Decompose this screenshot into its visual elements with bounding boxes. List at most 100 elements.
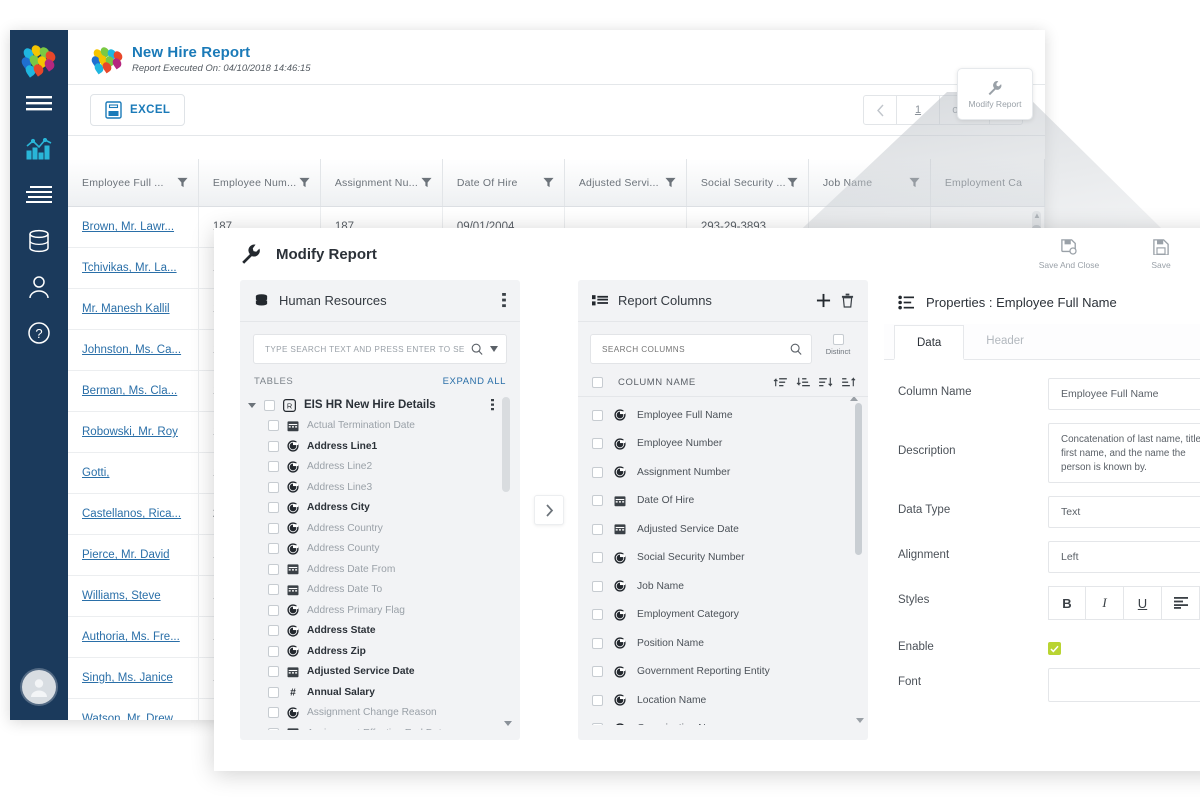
tree-scroll-down-icon[interactable]: [504, 721, 512, 726]
kebab-menu-icon[interactable]: [502, 293, 506, 308]
report-column-checkbox[interactable]: [592, 409, 603, 421]
search-icon[interactable]: [790, 343, 802, 355]
chevron-down-icon[interactable]: [490, 346, 498, 352]
filter-icon[interactable]: [787, 177, 798, 188]
report-column-checkbox[interactable]: [592, 694, 603, 706]
tree-field-checkbox[interactable]: [268, 625, 279, 637]
tree-field-checkbox[interactable]: [268, 584, 279, 596]
report-column-row[interactable]: Location Name: [578, 686, 868, 715]
columns-scroll-down-icon[interactable]: [856, 718, 864, 723]
italic-button[interactable]: I: [1086, 586, 1124, 620]
employee-name-link[interactable]: Johnston, Ms. Ca...: [68, 330, 199, 370]
employee-name-link[interactable]: Tchivikas, Mr. La...: [68, 248, 199, 288]
kebab-menu-icon[interactable]: [491, 399, 494, 411]
tree-field-checkbox[interactable]: [268, 686, 279, 698]
report-column-checkbox[interactable]: [592, 523, 603, 535]
data-type-input[interactable]: Text: [1048, 496, 1200, 528]
tree-field-checkbox[interactable]: [268, 481, 279, 493]
report-column-checkbox[interactable]: [592, 637, 603, 649]
report-column-checkbox[interactable]: [592, 723, 603, 725]
report-column-checkbox[interactable]: [592, 438, 603, 450]
column-name-input[interactable]: Employee Full Name: [1048, 378, 1200, 410]
bold-button[interactable]: B: [1048, 586, 1086, 620]
tree-field-checkbox[interactable]: [268, 461, 279, 473]
caret-down-icon[interactable]: [248, 402, 256, 408]
tree-field-node[interactable]: Address County: [246, 539, 520, 560]
trash-icon[interactable]: [841, 293, 854, 308]
columns-search-box[interactable]: [590, 334, 812, 364]
sidebar-item-reports[interactable]: [10, 172, 68, 218]
employee-name-link[interactable]: Castellanos, Rica...: [68, 494, 199, 534]
select-all-columns-checkbox[interactable]: [592, 376, 603, 388]
tree-field-checkbox[interactable]: [268, 420, 279, 432]
tree-field-node[interactable]: Address Line3: [246, 477, 520, 498]
report-column-row[interactable]: Adjusted Service Date: [578, 515, 868, 544]
employee-name-link[interactable]: Gotti,: [68, 453, 199, 493]
tree-root-checkbox[interactable]: [264, 399, 275, 411]
plus-icon[interactable]: [816, 293, 831, 308]
tree-scrollbar[interactable]: [502, 397, 510, 492]
employee-name-link[interactable]: Watson, Mr. Drew: [68, 699, 199, 720]
move-to-columns-button[interactable]: [534, 495, 564, 525]
tree-root-node[interactable]: R EIS HR New Hire Details: [246, 395, 520, 416]
move-down-icon[interactable]: [796, 376, 810, 388]
pager-page-input[interactable]: 1: [896, 96, 940, 124]
report-column-checkbox[interactable]: [592, 466, 603, 478]
save-and-close-button[interactable]: Save And Close: [1038, 238, 1100, 270]
employee-name-link[interactable]: Williams, Steve: [68, 576, 199, 616]
tree-field-node[interactable]: Address State: [246, 621, 520, 642]
report-column-row[interactable]: Social Security Number: [578, 544, 868, 573]
save-button[interactable]: Save: [1130, 238, 1192, 270]
tab-header[interactable]: Header: [964, 324, 1046, 359]
grid-column-header[interactable]: Job Name: [809, 159, 931, 206]
sort-desc-icon[interactable]: [842, 376, 856, 388]
filter-icon[interactable]: [177, 177, 188, 188]
alignment-input[interactable]: Left: [1048, 541, 1200, 573]
filter-icon[interactable]: [909, 177, 920, 188]
tree-field-checkbox[interactable]: [268, 440, 279, 452]
columns-scrollbar[interactable]: [850, 397, 862, 555]
tree-field-node[interactable]: Address Zip: [246, 641, 520, 662]
filter-icon[interactable]: [543, 177, 554, 188]
sort-asc-icon[interactable]: [819, 376, 833, 388]
tree-field-checkbox[interactable]: [268, 727, 279, 730]
grid-column-header[interactable]: Assignment Nu...: [321, 159, 443, 206]
report-column-row[interactable]: Assignment Number: [578, 458, 868, 487]
tree-field-checkbox[interactable]: [268, 543, 279, 555]
tree-field-node[interactable]: Address City: [246, 498, 520, 519]
employee-name-link[interactable]: Pierce, Mr. David: [68, 535, 199, 575]
tree-field-checkbox[interactable]: [268, 707, 279, 719]
columns-search-input[interactable]: [602, 344, 790, 354]
enable-checkbox[interactable]: [1048, 642, 1061, 655]
tree-field-checkbox[interactable]: [268, 604, 279, 616]
format-button[interactable]: [1162, 586, 1200, 620]
pager-prev-button[interactable]: [864, 96, 896, 124]
distinct-checkbox[interactable]: [832, 334, 844, 345]
grid-column-header[interactable]: Adjusted Servi...: [565, 159, 687, 206]
report-column-checkbox[interactable]: [592, 580, 603, 592]
employee-name-link[interactable]: Brown, Mr. Lawr...: [68, 207, 199, 247]
grid-column-header[interactable]: Employment Ca: [931, 159, 1045, 206]
report-column-checkbox[interactable]: [592, 666, 603, 678]
report-column-row[interactable]: Employment Category: [578, 601, 868, 630]
tree-field-node[interactable]: Assignment Change Reason: [246, 703, 520, 724]
tree-field-node[interactable]: Address Country: [246, 518, 520, 539]
grid-column-header[interactable]: Employee Num...: [199, 159, 321, 206]
sidebar-item-help[interactable]: ?: [10, 310, 68, 356]
filter-icon[interactable]: [299, 177, 310, 188]
tree-field-node[interactable]: Address Date To: [246, 580, 520, 601]
tree-field-node[interactable]: # Annual Salary: [246, 682, 520, 703]
report-column-checkbox[interactable]: [592, 495, 603, 507]
expand-all-link[interactable]: EXPAND ALL: [443, 376, 506, 387]
tab-data[interactable]: Data: [894, 325, 965, 360]
tree-field-checkbox[interactable]: [268, 645, 279, 657]
employee-name-link[interactable]: Authoria, Ms. Fre...: [68, 617, 199, 657]
tree-field-node[interactable]: Address Line1: [246, 436, 520, 457]
grid-column-header[interactable]: Social Security ...: [687, 159, 809, 206]
distinct-toggle[interactable]: Distinct: [820, 334, 856, 356]
tree-field-checkbox[interactable]: [268, 502, 279, 514]
search-icon[interactable]: [471, 343, 483, 355]
report-column-row[interactable]: Date Of Hire: [578, 487, 868, 516]
report-column-row[interactable]: Job Name: [578, 572, 868, 601]
report-column-row[interactable]: Employee Full Name: [578, 401, 868, 430]
